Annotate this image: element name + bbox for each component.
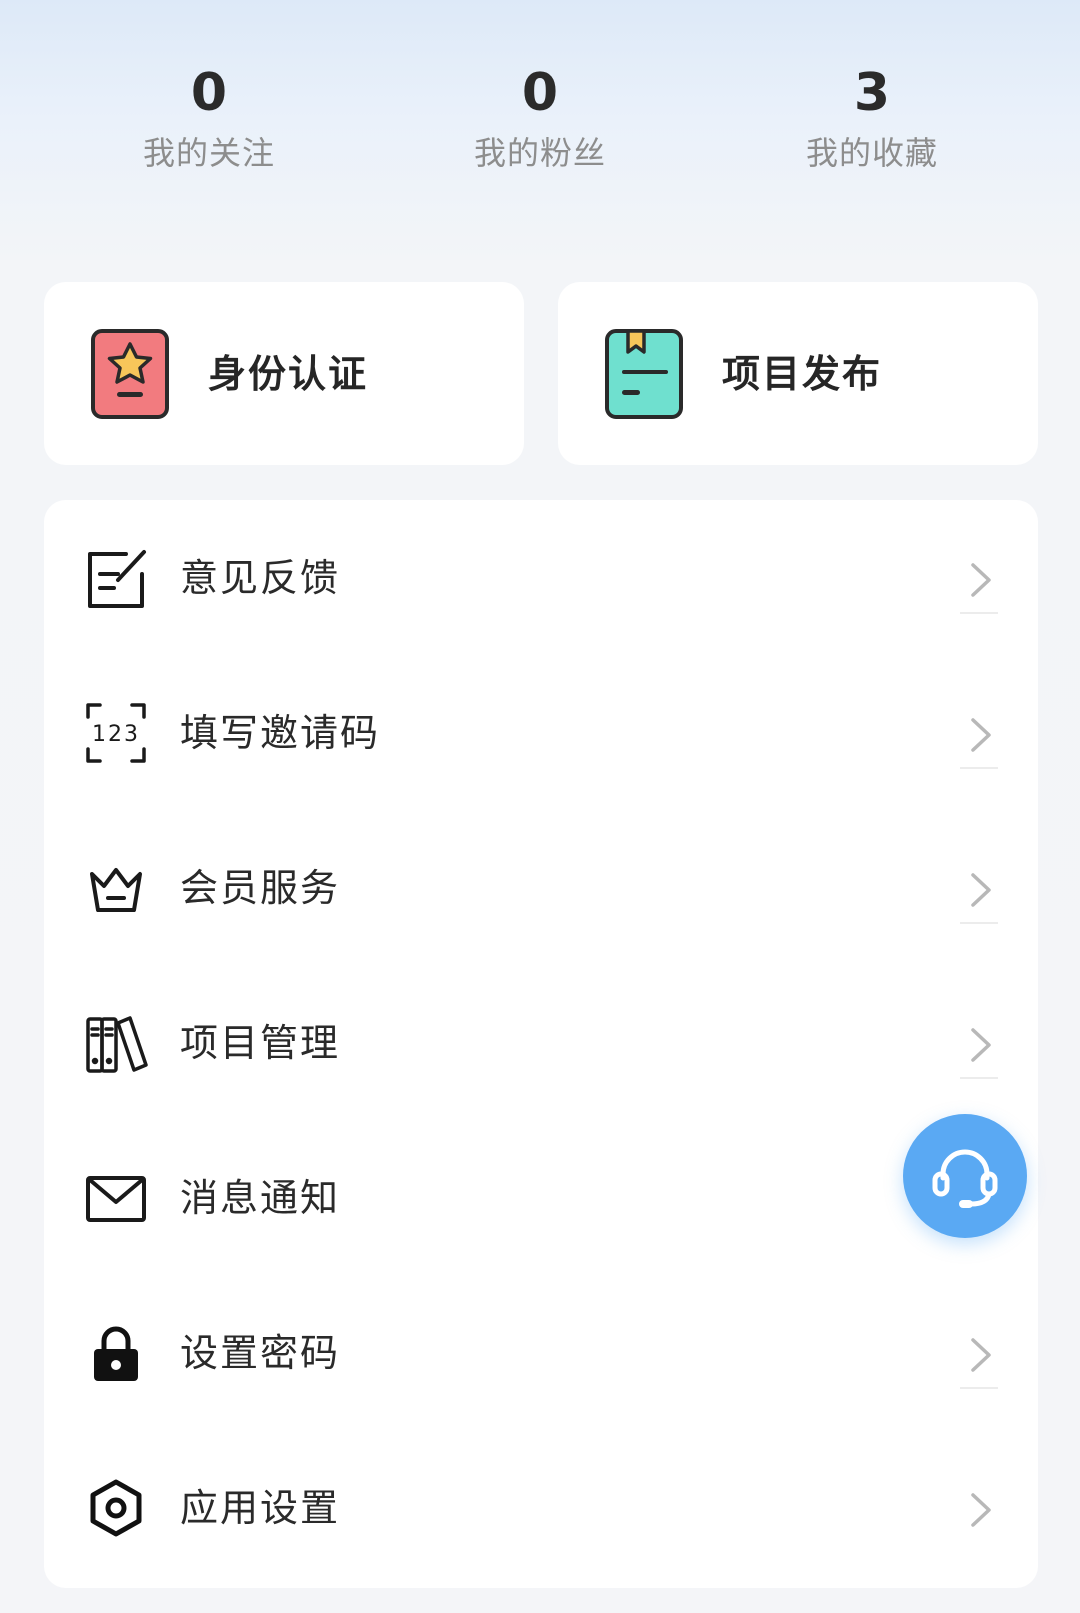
- stats-bar: 0 我的关注 0 我的粉丝 3 我的收藏: [0, 58, 1080, 188]
- crown-icon: [84, 856, 148, 920]
- menu-item-app-settings-label: 应用设置: [180, 1486, 341, 1530]
- stat-favorites-label: 我的收藏: [805, 134, 938, 172]
- menu-item-feedback-label: 意见反馈: [180, 556, 341, 600]
- chevron-right-icon: [968, 715, 994, 755]
- menu-item-membership-label: 会员服务: [180, 866, 341, 910]
- menu-item-notifications-label: 消息通知: [180, 1176, 341, 1220]
- bookmark-doc-icon: [604, 328, 684, 420]
- chevron-right-icon: [968, 1335, 994, 1375]
- headset-icon: [932, 1149, 998, 1208]
- menu-item-project-management-label: 项目管理: [180, 1021, 341, 1065]
- lock-icon: [84, 1321, 148, 1385]
- menu-item-set-password[interactable]: 设置密码: [44, 1275, 1038, 1430]
- row-divider: [960, 1387, 998, 1389]
- stat-fans-label: 我的粉丝: [473, 134, 606, 172]
- row-divider: [960, 612, 998, 614]
- identity-verification-card[interactable]: 身份认证: [44, 282, 524, 465]
- stat-following[interactable]: 0 我的关注: [89, 58, 329, 176]
- menu-item-set-password-label: 设置密码: [180, 1331, 341, 1375]
- stat-favorites[interactable]: 3 我的收藏: [752, 58, 992, 176]
- code-123-icon: 123: [84, 701, 148, 765]
- menu-item-invite-code[interactable]: 123 填写邀请码: [44, 655, 1038, 810]
- stat-fans[interactable]: 0 我的粉丝: [420, 58, 660, 176]
- edit-note-icon: [84, 546, 148, 610]
- hex-gear-icon: [84, 1476, 148, 1540]
- menu-item-app-settings[interactable]: 应用设置: [44, 1430, 1038, 1585]
- project-publish-label: 项目发布: [722, 352, 883, 396]
- chevron-right-icon: [968, 1490, 994, 1530]
- stat-following-count: 0: [190, 63, 228, 123]
- stat-fans-count: 0: [521, 63, 559, 123]
- menu-item-notifications[interactable]: 消息通知: [44, 1120, 1038, 1275]
- project-publish-card[interactable]: 项目发布: [558, 282, 1038, 465]
- svg-text:123: 123: [92, 722, 140, 747]
- row-divider: [960, 767, 998, 769]
- mail-icon: [84, 1166, 148, 1230]
- id-card-star-icon: [90, 328, 170, 420]
- chevron-right-icon: [968, 870, 994, 910]
- row-divider: [960, 1077, 998, 1079]
- chevron-right-icon: [968, 560, 994, 600]
- menu-item-invite-code-label: 填写邀请码: [180, 711, 381, 755]
- row-divider: [960, 922, 998, 924]
- chevron-right-icon: [968, 1025, 994, 1065]
- customer-support-button[interactable]: [903, 1114, 1027, 1238]
- settings-menu: 意见反馈 123 填写邀请码 会员服务 项目管理 消息通知 设置密码 应用设置: [44, 500, 1038, 1588]
- stat-favorites-count: 3: [853, 63, 891, 123]
- identity-verification-label: 身份认证: [208, 352, 369, 396]
- menu-item-project-management[interactable]: 项目管理: [44, 965, 1038, 1120]
- menu-item-membership[interactable]: 会员服务: [44, 810, 1038, 965]
- menu-item-feedback[interactable]: 意见反馈: [44, 500, 1038, 655]
- stat-following-label: 我的关注: [142, 134, 275, 172]
- books-icon: [84, 1011, 148, 1075]
